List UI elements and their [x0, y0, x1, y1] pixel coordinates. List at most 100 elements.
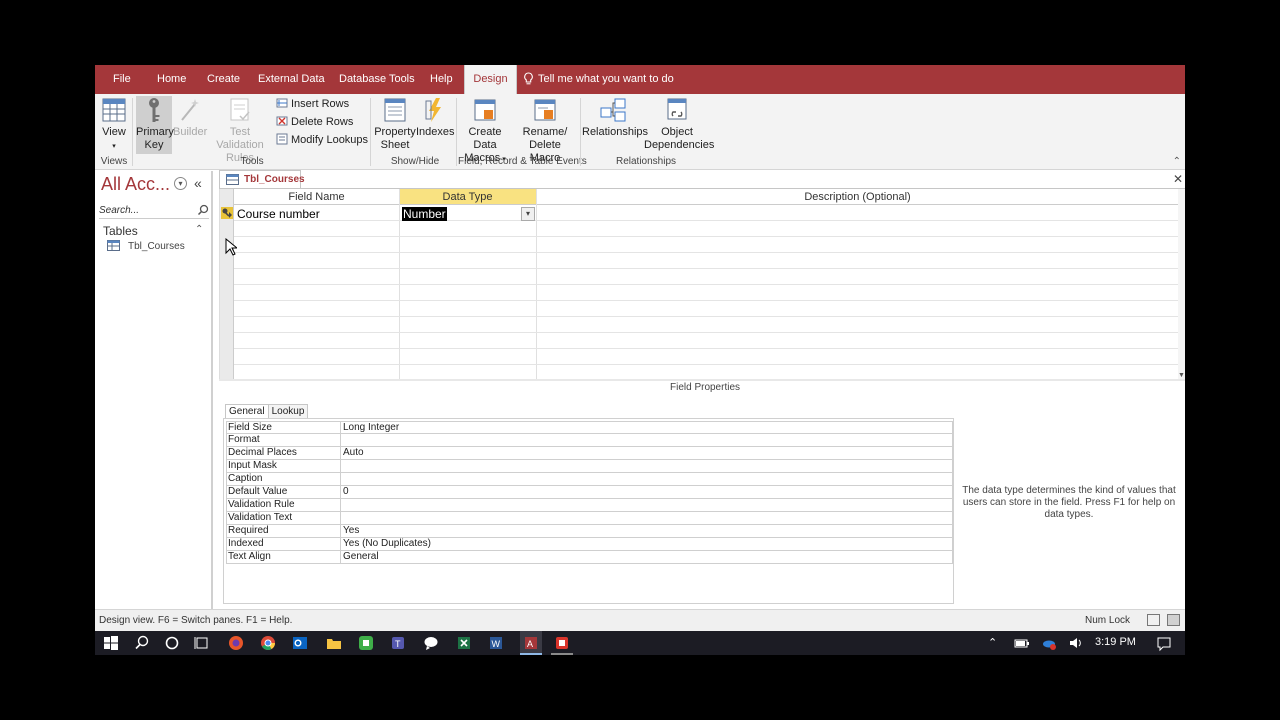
view-button[interactable]: View ▾	[99, 96, 129, 154]
relationships-button[interactable]: Relationships	[582, 96, 648, 154]
word-icon[interactable]: W	[487, 634, 505, 652]
indexes-button[interactable]: Indexes	[416, 96, 455, 154]
property-row-field-size[interactable]: Field Size Long Integer	[226, 421, 953, 434]
property-value[interactable]: General	[343, 551, 379, 563]
tab-lookup[interactable]: Lookup	[267, 404, 309, 418]
property-row-text-align[interactable]: Text Align General	[226, 551, 953, 564]
property-sheet-button[interactable]: Property Sheet	[374, 96, 416, 154]
table-row[interactable]	[234, 317, 1179, 333]
property-value[interactable]: Auto	[343, 447, 364, 459]
relationships-label: Relationships	[582, 126, 649, 138]
tab-general[interactable]: General	[225, 404, 269, 418]
property-row-indexed[interactable]: Indexed Yes (No Duplicates)	[226, 538, 953, 551]
tab-external-data[interactable]: External Data	[252, 65, 331, 94]
chrome-icon[interactable]	[259, 634, 277, 652]
property-label: Field Size	[228, 422, 341, 434]
pane-splitter[interactable]	[219, 379, 1185, 381]
delete-rows-button[interactable]: Delete Rows	[276, 114, 353, 130]
property-row-decimal-places[interactable]: Decimal Places Auto	[226, 447, 953, 460]
volume-icon[interactable]	[1067, 634, 1085, 652]
rename-delete-macro-button[interactable]: Rename/ Delete Macro	[513, 96, 577, 164]
table-row[interactable]	[234, 253, 1179, 269]
primary-key-button[interactable]: Primary Key	[136, 96, 174, 154]
property-row-validation-rule[interactable]: Validation Rule	[226, 499, 953, 512]
property-row-input-mask[interactable]: Input Mask	[226, 460, 953, 473]
recorder-icon[interactable]	[553, 634, 571, 652]
nav-item-tbl-courses[interactable]: Tbl_Courses	[107, 240, 185, 252]
table-row[interactable]	[234, 269, 1179, 285]
onedrive-icon[interactable]	[1040, 634, 1058, 652]
chevron-up-icon[interactable]: ⌃	[195, 224, 203, 235]
group-separator	[370, 98, 371, 166]
design-grid-scrollbar[interactable]: ▼	[1178, 189, 1185, 379]
data-type-header[interactable]: Data Type	[399, 189, 536, 205]
tab-home[interactable]: Home	[151, 65, 192, 94]
outlook-icon[interactable]	[291, 634, 309, 652]
chevron-up-icon[interactable]: ⌃	[988, 636, 997, 649]
scroll-down-icon[interactable]: ▼	[1178, 372, 1185, 379]
property-value[interactable]: Yes (No Duplicates)	[343, 538, 431, 550]
property-row-validation-text[interactable]: Validation Text	[226, 512, 953, 525]
document-tab-tbl-courses[interactable]: Tbl_Courses	[219, 170, 305, 188]
property-value[interactable]: 0	[343, 486, 349, 498]
field-name-cell[interactable]: Course number	[237, 206, 320, 222]
tab-create[interactable]: Create	[201, 65, 246, 94]
teams-icon[interactable]: T	[389, 634, 407, 652]
nav-pane-title[interactable]: All Acc...	[101, 174, 170, 195]
firefox-icon[interactable]	[227, 634, 245, 652]
object-dependencies-button[interactable]: Object Dependencies	[644, 96, 714, 154]
property-row-caption[interactable]: Caption	[226, 473, 953, 486]
windows-taskbar: T W A ⌃ 3:19 PM	[95, 631, 1185, 655]
modify-lookups-button[interactable]: Modify Lookups	[276, 132, 368, 148]
test-validation-rules-button[interactable]: Test Validation Rules	[206, 96, 274, 164]
property-row-required[interactable]: Required Yes	[226, 525, 953, 538]
description-header[interactable]: Description (Optional)	[536, 189, 1179, 205]
tab-design[interactable]: Design	[464, 65, 517, 94]
nav-menu-dropdown-icon[interactable]: ▾	[174, 177, 187, 190]
camtasia-icon[interactable]	[357, 634, 375, 652]
tab-help[interactable]: Help	[424, 65, 459, 94]
file-explorer-icon[interactable]	[325, 634, 343, 652]
tell-me-search[interactable]: Tell me what you want to do	[523, 65, 674, 94]
table-row[interactable]	[234, 221, 1179, 237]
data-type-dropdown-icon[interactable]: ▾	[521, 207, 535, 221]
cortana-icon[interactable]	[163, 634, 181, 652]
messenger-icon[interactable]	[422, 634, 440, 652]
table-row[interactable]	[234, 285, 1179, 301]
excel-icon[interactable]	[455, 634, 473, 652]
design-view-icon[interactable]	[1167, 614, 1180, 626]
close-icon[interactable]: ✕	[1173, 172, 1183, 186]
battery-icon[interactable]	[1013, 634, 1031, 652]
nav-search-input[interactable]: Search...	[99, 203, 209, 219]
access-icon[interactable]: A	[522, 634, 540, 652]
taskbar-clock[interactable]: 3:19 PM	[1095, 636, 1136, 648]
builder-button[interactable]: Builder	[173, 96, 207, 154]
property-value[interactable]: Long Integer	[343, 422, 399, 434]
table-row[interactable]	[234, 333, 1179, 349]
property-row-format[interactable]: Format	[226, 434, 953, 447]
property-value[interactable]: Yes	[343, 525, 359, 537]
data-type-cell[interactable]: Number	[402, 206, 447, 222]
start-icon[interactable]	[102, 634, 120, 652]
collapse-ribbon-icon[interactable]: ⌃	[1173, 156, 1181, 167]
num-lock-indicator: Num Lock	[1085, 615, 1131, 626]
search-icon[interactable]	[133, 634, 151, 652]
shutter-bar-close-icon[interactable]: «	[194, 175, 202, 191]
tab-file[interactable]: File	[107, 65, 137, 94]
property-row-default-value[interactable]: Default Value 0	[226, 486, 953, 499]
table-row[interactable]	[234, 205, 1179, 221]
data-type-value: Number	[402, 207, 447, 221]
create-data-macros-button[interactable]: Create Data Macros ▾	[457, 96, 513, 164]
search-icon[interactable]	[197, 204, 209, 216]
table-row[interactable]	[234, 349, 1179, 365]
tab-database-tools[interactable]: Database Tools	[333, 65, 421, 94]
field-name-header[interactable]: Field Name	[234, 189, 399, 205]
datasheet-view-icon[interactable]	[1147, 614, 1160, 626]
task-view-icon[interactable]	[193, 634, 211, 652]
group-separator	[580, 98, 581, 166]
nav-section-tables[interactable]: Tables	[103, 224, 138, 238]
table-row[interactable]	[234, 301, 1179, 317]
notifications-icon[interactable]	[1155, 634, 1173, 652]
insert-rows-button[interactable]: Insert Rows	[276, 96, 349, 112]
table-row[interactable]	[234, 237, 1179, 253]
